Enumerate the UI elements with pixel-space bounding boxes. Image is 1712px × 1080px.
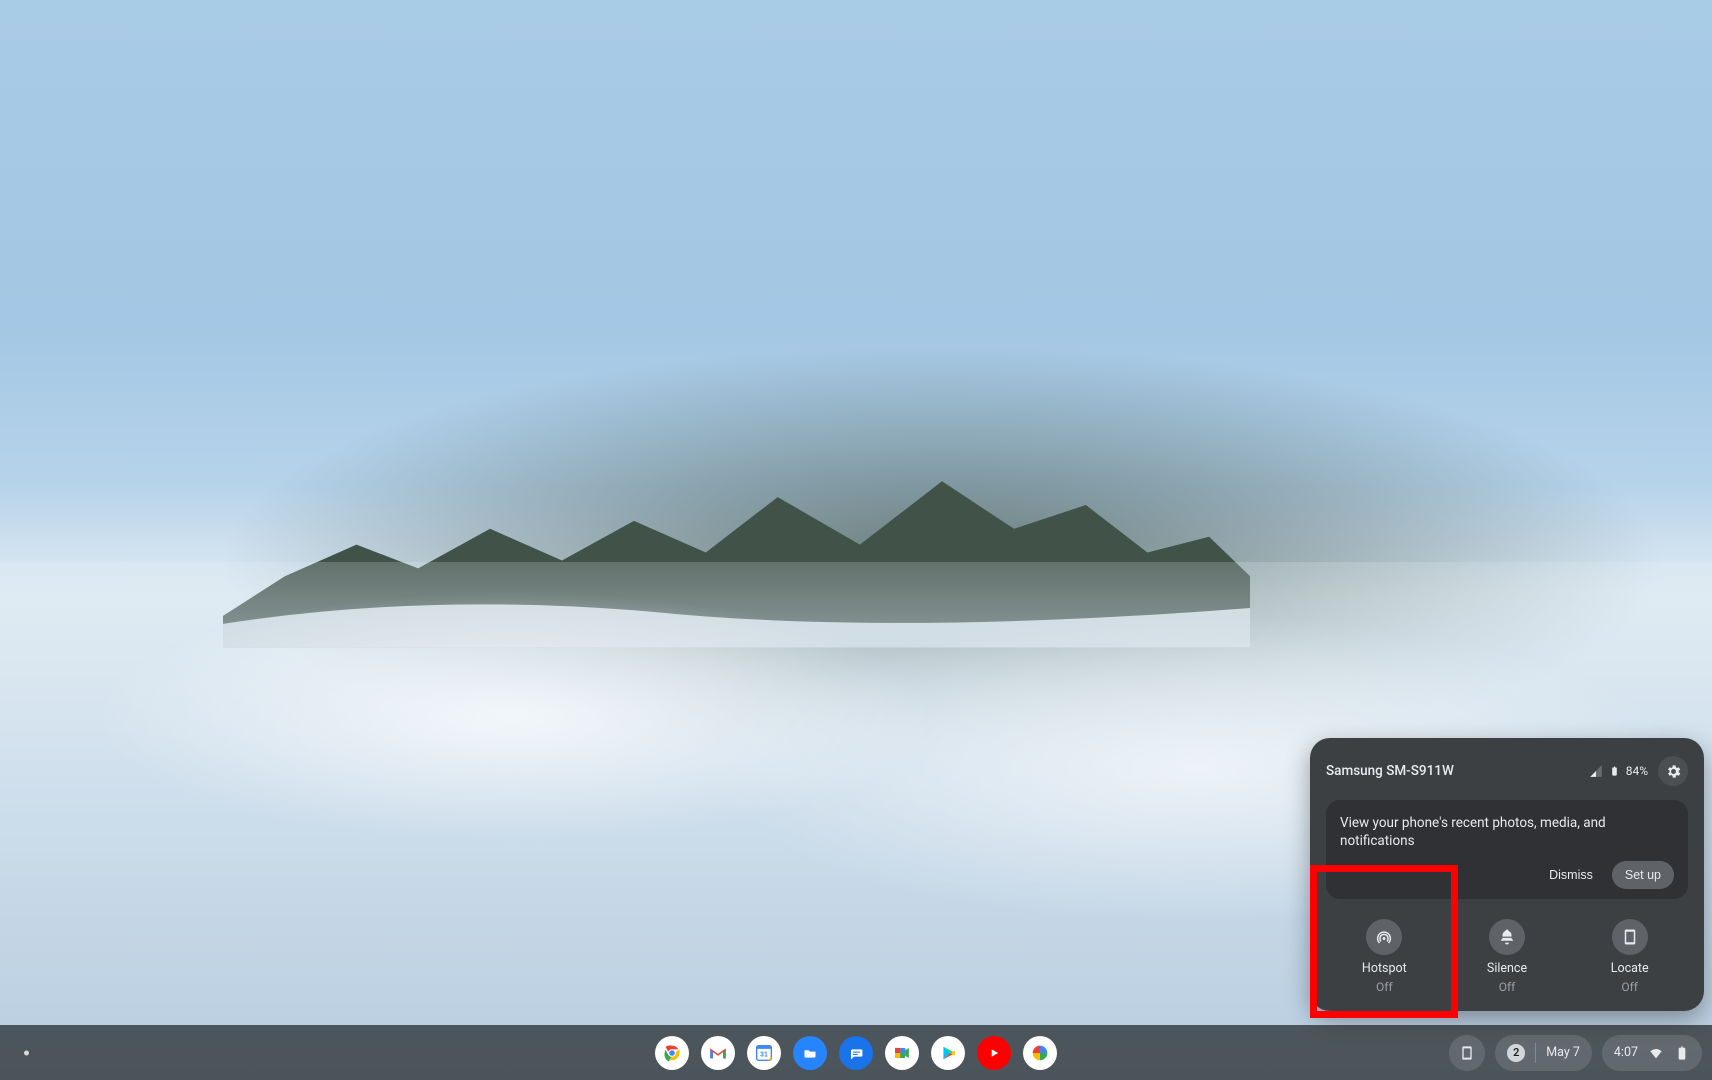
silence-icon (1498, 928, 1516, 946)
hotspot-toggle-label: Hotspot (1362, 963, 1407, 976)
gear-icon (1665, 763, 1682, 780)
messages-icon (845, 1042, 867, 1064)
app-chrome[interactable] (655, 1036, 689, 1070)
svg-text:31: 31 (760, 1051, 768, 1058)
battery-icon (1609, 764, 1620, 778)
chrome-icon (661, 1042, 683, 1064)
app-play-store[interactable] (931, 1036, 965, 1070)
locate-toggle-label: Locate (1611, 963, 1649, 976)
hotspot-toggle[interactable]: Hotspot Off (1326, 915, 1443, 996)
locate-toggle[interactable]: Locate Off (1571, 915, 1688, 996)
meet-icon (891, 1042, 913, 1064)
setup-button[interactable]: Set up (1612, 861, 1674, 889)
shelf: 31 (0, 1025, 1712, 1080)
phone-hub-device-name: Samsung SM-S911W (1326, 763, 1579, 779)
app-gmail[interactable] (701, 1036, 735, 1070)
phone-hub-toggle-row: Hotspot Off Silence Off Locate Off (1326, 915, 1688, 996)
youtube-icon (983, 1042, 1005, 1064)
phone-hub-panel: Samsung SM-S911W 84% View your phone's r… (1310, 738, 1704, 1011)
locate-toggle-status: Off (1621, 981, 1638, 993)
phone-hub-setup-message: View your phone's recent photos, media, … (1340, 814, 1674, 850)
hotspot-icon (1375, 928, 1393, 946)
shelf-app-row: 31 (655, 1036, 1057, 1070)
signal-icon (1589, 764, 1603, 778)
files-icon (799, 1042, 821, 1064)
phone-hub-setup-card: View your phone's recent photos, media, … (1326, 800, 1688, 898)
battery-icon (1674, 1045, 1690, 1061)
photos-icon (1029, 1042, 1051, 1064)
app-photos[interactable] (1023, 1036, 1057, 1070)
silence-toggle[interactable]: Silence Off (1449, 915, 1566, 996)
status-tray[interactable]: 4:07 (1602, 1035, 1702, 1071)
app-meet[interactable] (885, 1036, 919, 1070)
app-calendar[interactable]: 31 (747, 1036, 781, 1070)
calendar-icon: 31 (753, 1042, 775, 1064)
silence-toggle-status: Off (1499, 981, 1516, 993)
play-icon (937, 1042, 959, 1064)
phone-hub-status-icons: 84% (1589, 764, 1648, 778)
calendar-date-tray[interactable]: 2 May 7 (1495, 1035, 1592, 1071)
phone-icon (1459, 1045, 1475, 1061)
phone-hub-battery-pct: 84% (1626, 764, 1648, 778)
dismiss-button[interactable]: Dismiss (1536, 861, 1606, 889)
tray-date-label: May 7 (1546, 1045, 1580, 1060)
app-youtube[interactable] (977, 1036, 1011, 1070)
phone-hub-header: Samsung SM-S911W 84% (1326, 756, 1688, 786)
launcher-button[interactable] (24, 1050, 29, 1055)
silence-toggle-label: Silence (1487, 963, 1527, 976)
phone-hub-tray-button[interactable] (1449, 1035, 1485, 1071)
gmail-icon (707, 1042, 729, 1064)
locate-icon (1621, 928, 1639, 946)
app-messages[interactable] (839, 1036, 873, 1070)
notification-count-badge: 2 (1507, 1044, 1525, 1062)
tray-time-label: 4:07 (1614, 1045, 1638, 1060)
wifi-icon (1648, 1045, 1664, 1061)
hotspot-toggle-status: Off (1376, 981, 1393, 993)
app-files[interactable] (793, 1036, 827, 1070)
phone-hub-settings-button[interactable] (1658, 756, 1688, 786)
